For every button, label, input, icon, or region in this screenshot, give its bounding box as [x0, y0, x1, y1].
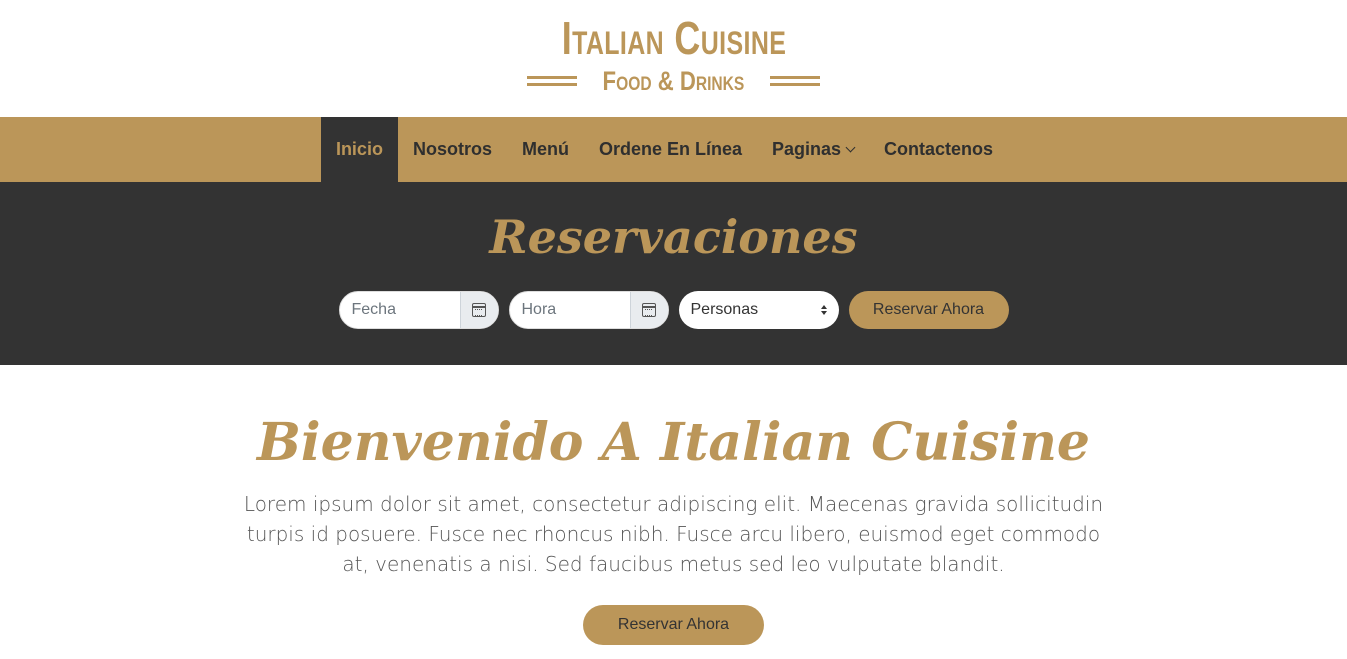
chevron-down-icon [845, 142, 856, 153]
main-nav: Inicio Nosotros Menú Ordene En Línea Pag… [0, 117, 1347, 182]
nav-item-inicio[interactable]: Inicio [320, 117, 398, 182]
nav-item-ordene-en-linea[interactable]: Ordene En Línea [584, 117, 757, 182]
logo-subtitle: Food & Drinks [602, 66, 745, 96]
calendar-icon [642, 303, 656, 317]
logo-subtitle-row: Food & Drinks [524, 66, 824, 96]
time-input[interactable]: Hora [510, 292, 630, 328]
date-field[interactable]: Fecha [338, 291, 499, 329]
calendar-icon [472, 303, 486, 317]
date-input[interactable]: Fecha [340, 292, 460, 328]
people-select[interactable]: Personas [678, 291, 839, 329]
nav-item-contactenos[interactable]: Contactenos [869, 117, 1008, 182]
nav-item-paginas-label: Paginas [772, 139, 842, 159]
reservation-form: Fecha Hora Personas Reservar Ahora [0, 291, 1347, 329]
date-picker-button[interactable] [459, 292, 498, 328]
welcome-title: Bienvenido A Italian Cuisine [256, 412, 1091, 473]
nav-item-nosotros[interactable]: Nosotros [398, 117, 507, 182]
time-field[interactable]: Hora [508, 291, 669, 329]
select-arrows-icon [820, 305, 827, 315]
site-header: Italian Cuisine Food & Drinks [0, 0, 1347, 117]
reservation-title: Reservaciones [489, 210, 858, 264]
nav-item-paginas[interactable]: Paginas [757, 117, 869, 182]
logo-decorative-lines-left [527, 73, 578, 89]
reserve-now-button[interactable]: Reservar Ahora [848, 291, 1009, 329]
time-picker-button[interactable] [629, 292, 668, 328]
nav-item-menu[interactable]: Menú [507, 117, 584, 182]
site-logo[interactable]: Italian Cuisine Food & Drinks [524, 12, 824, 96]
welcome-reserve-button[interactable]: Reservar Ahora [583, 605, 764, 645]
logo-decorative-lines-right [769, 73, 820, 89]
welcome-text: Lorem ipsum dolor sit amet, consectetur … [243, 492, 1104, 576]
welcome-section: Bienvenido A Italian Cuisine Lorem ipsum… [0, 409, 1347, 645]
reservation-section: Reservaciones Fecha Hora Personas Reserv… [0, 182, 1347, 365]
logo-title: Italian Cuisine [561, 12, 786, 64]
people-select-value: Personas [690, 301, 759, 318]
